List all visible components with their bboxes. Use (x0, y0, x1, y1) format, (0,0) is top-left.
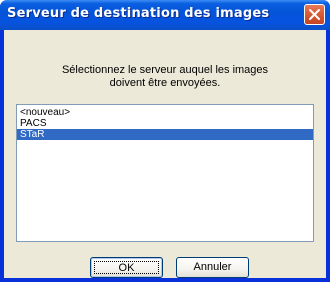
close-icon (309, 9, 320, 20)
dialog-window: Serveur de destination des images Sélect… (0, 0, 330, 282)
dialog-title: Serveur de destination des images (7, 6, 270, 21)
title-bar[interactable]: Serveur de destination des images (0, 0, 330, 30)
list-item-star[interactable]: STaR (17, 129, 313, 140)
list-item-new[interactable]: <nouveau> (17, 107, 313, 118)
dialog-body: Sélectionnez le serveur auquel les image… (4, 30, 326, 278)
server-listbox[interactable]: <nouveau> PACS STaR (16, 104, 314, 242)
list-item-pacs[interactable]: PACS (17, 118, 313, 129)
ok-button-label: OK (94, 261, 159, 274)
close-button[interactable] (304, 4, 325, 25)
ok-button[interactable]: OK (90, 257, 163, 278)
prompt-line-1: Sélectionnez le serveur auquel les image… (61, 64, 269, 76)
prompt-text: Sélectionnez le serveur auquel les image… (4, 64, 326, 90)
prompt-line-2: doivent être envoyées. (109, 77, 221, 89)
cancel-button[interactable]: Annuler (176, 257, 249, 278)
